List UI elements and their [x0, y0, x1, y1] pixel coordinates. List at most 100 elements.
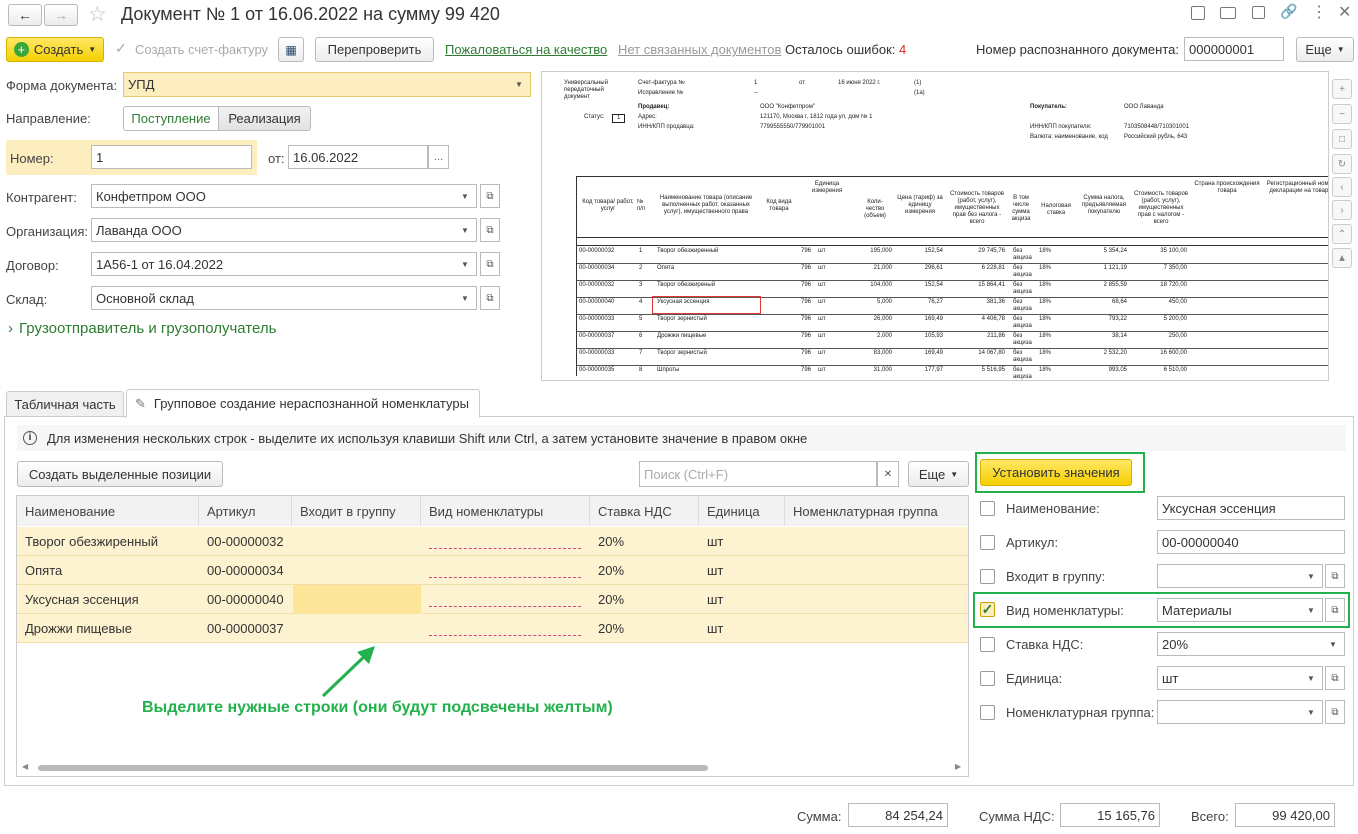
chevron-down-icon[interactable]: ▼ [454, 287, 476, 309]
horizontal-scrollbar[interactable] [38, 765, 708, 771]
doc-form-select[interactable]: УПД ▼ [123, 72, 531, 97]
name-checkbox[interactable] [980, 501, 995, 516]
zoom-in-icon[interactable]: + [1332, 79, 1352, 99]
counterparty-select[interactable]: Конфетпром ООО ▼ [91, 184, 477, 208]
col-ngroup-header[interactable]: Номенклатурная группа [785, 496, 968, 526]
tab-table[interactable]: Табличная часть [6, 391, 124, 417]
hscroll-left-icon[interactable]: ◀ [22, 762, 28, 771]
art-checkbox[interactable] [980, 535, 995, 550]
chevron-down-icon[interactable]: ▼ [1300, 565, 1322, 587]
name-field[interactable]: Уксусная эссенция [1157, 496, 1345, 520]
unit-open-icon[interactable]: ⧉ [1325, 666, 1345, 690]
chevron-down-icon[interactable]: ▼ [1300, 667, 1322, 689]
table-row[interactable]: Дрожжи пищевые 00-00000037 20% шт [17, 614, 968, 643]
vat-checkbox[interactable] [980, 637, 995, 652]
complain-link[interactable]: Пожаловаться на качество [445, 42, 607, 57]
search-icon[interactable] [1252, 6, 1265, 19]
chevron-down-icon[interactable]: ▼ [1322, 633, 1344, 655]
table-row[interactable]: Уксусная эссенция 00-00000040 20% шт [17, 585, 968, 614]
org-select[interactable]: Лаванда ООО ▼ [91, 218, 477, 242]
menu-icon[interactable]: ⋮ [1311, 2, 1327, 22]
warehouse-open-icon[interactable]: ⧉ [480, 286, 500, 310]
group-select[interactable]: ▼ [1157, 564, 1323, 588]
no-docs-link[interactable]: Нет связанных документов [618, 42, 781, 57]
table-row[interactable]: Творог обезжиренный 00-00000032 20% шт [17, 527, 968, 556]
chevron-down-icon[interactable]: ▼ [454, 219, 476, 241]
row-kind-field[interactable] [429, 614, 581, 636]
contract-select[interactable]: 1А56-1 от 16.04.2022 ▼ [91, 252, 477, 276]
direction-label: Направление: [6, 111, 91, 126]
row-kind-field[interactable] [429, 556, 581, 578]
calendar-button[interactable]: … [428, 145, 449, 169]
counterparty-open-icon[interactable]: ⧉ [480, 184, 500, 208]
fit-icon[interactable]: □ [1332, 129, 1352, 149]
col-unit-header[interactable]: Единица [699, 496, 785, 526]
vat-select[interactable]: 20% ▼ [1157, 632, 1345, 656]
scan-status-value: 1 [612, 114, 626, 123]
row-unit: шт [707, 621, 724, 636]
col-art-header[interactable]: Артикул [199, 496, 292, 526]
grid-more-button[interactable]: Еще ▼ [908, 461, 969, 487]
chevron-down-icon[interactable]: ▼ [454, 253, 476, 275]
col-kind-header[interactable]: Вид номенклатуры [421, 496, 590, 526]
clear-search-icon[interactable]: ✕ [877, 461, 899, 487]
next-page-icon[interactable]: › [1332, 200, 1352, 220]
chevron-down-icon[interactable]: ▼ [508, 73, 530, 96]
zoom-out-icon[interactable]: − [1332, 104, 1352, 124]
close-icon[interactable]: ✕ [1338, 2, 1351, 22]
ngroup-checkbox[interactable] [980, 705, 995, 720]
save-icon[interactable] [1191, 6, 1205, 20]
back-button[interactable]: ← [8, 4, 42, 26]
scan-cell-name: Опята [657, 265, 675, 271]
forward-button[interactable]: → [44, 4, 78, 26]
create-button[interactable]: + Создать ▼ [6, 37, 104, 62]
col-group-header[interactable]: Входит в группу [292, 496, 421, 526]
unit-checkbox[interactable] [980, 671, 995, 686]
group-open-icon[interactable]: ⧉ [1325, 564, 1345, 588]
ngroup-select[interactable]: ▼ [1157, 700, 1323, 724]
direction-in-toggle[interactable]: Поступление [123, 106, 219, 131]
ngroup-open-icon[interactable]: ⧉ [1325, 700, 1345, 724]
floppy-save-button[interactable]: ▦ [278, 37, 304, 62]
number-field[interactable]: 1 [91, 145, 252, 169]
lock-icon[interactable]: ▲ [1332, 248, 1352, 268]
chevron-down-icon[interactable]: ▼ [1300, 599, 1322, 621]
link-icon[interactable]: 🔗 [1280, 3, 1297, 20]
chevron-down-icon[interactable]: ▼ [454, 185, 476, 207]
prev-page-icon[interactable]: ‹ [1332, 177, 1352, 197]
collapse-icon[interactable]: ⌃ [1332, 224, 1352, 244]
row-vat: 20% [598, 563, 625, 578]
print-icon[interactable] [1220, 7, 1236, 19]
tab-group-create[interactable]: ✎ Групповое создание нераспознанной номе… [126, 389, 480, 418]
kind-select[interactable]: Материалы ▼ [1157, 598, 1323, 622]
shipper-section-toggle[interactable]: › Грузоотправитель и грузополучатель [8, 320, 276, 337]
date-field[interactable]: 16.06.2022 [288, 145, 428, 169]
recognized-number-field[interactable]: 000000001 [1184, 37, 1284, 61]
org-open-icon[interactable]: ⧉ [480, 218, 500, 242]
more-button[interactable]: Еще ▼ [1296, 37, 1354, 62]
warehouse-select[interactable]: Основной склад ▼ [91, 286, 477, 310]
favorite-star-icon[interactable]: ☆ [88, 2, 107, 27]
kind-open-icon[interactable]: ⧉ [1325, 598, 1345, 622]
row-group-active-cell[interactable] [293, 585, 421, 614]
art-field[interactable]: 00-00000040 [1157, 530, 1345, 554]
col-name-header[interactable]: Наименование [17, 496, 199, 526]
invoice-checkbox-icon[interactable]: ✓ [115, 40, 127, 57]
rotate-icon[interactable]: ↻ [1332, 154, 1352, 174]
grid-search-input[interactable]: Поиск (Ctrl+F) [639, 461, 877, 487]
create-selected-button[interactable]: Создать выделенные позиции [17, 461, 223, 487]
contract-open-icon[interactable]: ⧉ [480, 252, 500, 276]
unit-select[interactable]: шт ▼ [1157, 666, 1323, 690]
chevron-down-icon[interactable]: ▼ [1300, 701, 1322, 723]
hscroll-right-icon[interactable]: ▶ [955, 762, 961, 771]
kind-checkbox[interactable]: ✓ [980, 601, 995, 617]
table-row[interactable]: Опята 00-00000034 20% шт [17, 556, 968, 585]
row-kind-field[interactable] [429, 527, 581, 549]
col-vat-header[interactable]: Ставка НДС [590, 496, 699, 526]
direction-out-toggle[interactable]: Реализация [218, 106, 311, 131]
group-checkbox[interactable] [980, 569, 995, 584]
recheck-button[interactable]: Перепроверить [315, 37, 434, 62]
scan-cell-num: 8 [639, 367, 643, 373]
set-values-button[interactable]: Установить значения [980, 459, 1132, 486]
row-kind-field[interactable] [429, 585, 581, 607]
